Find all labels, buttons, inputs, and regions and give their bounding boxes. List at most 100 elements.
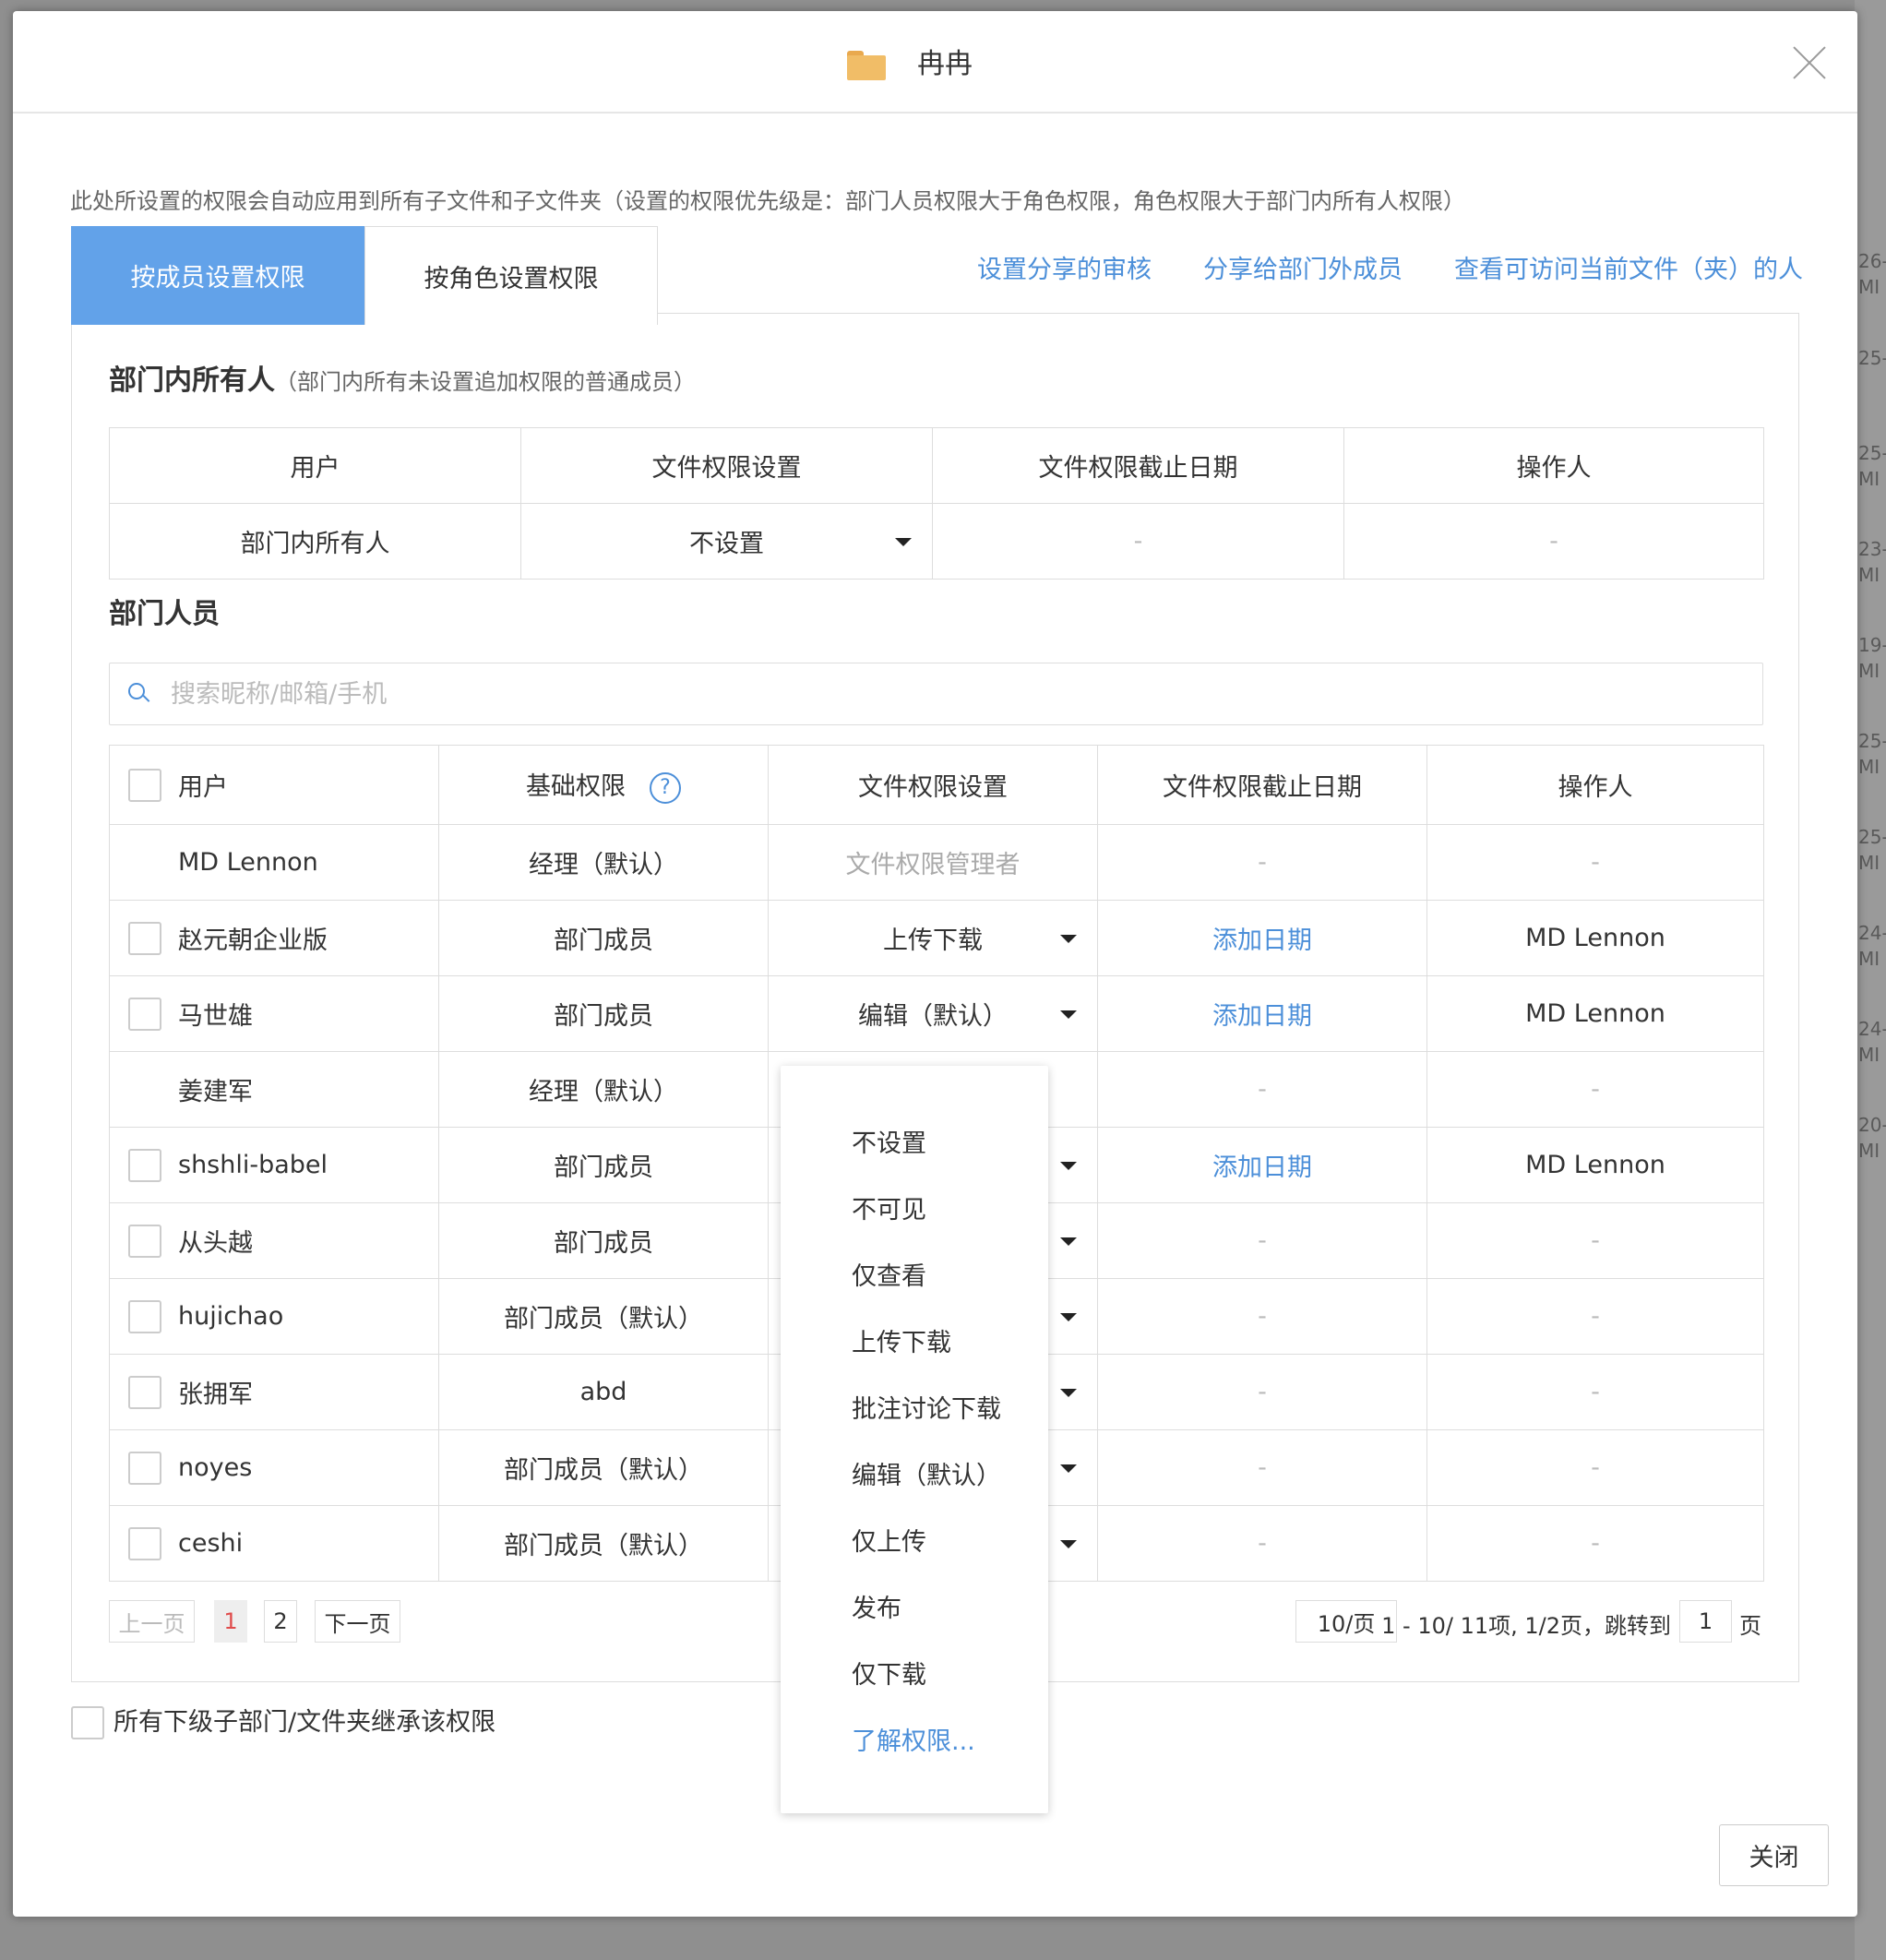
base-cell: abd: [438, 1354, 769, 1430]
column-header: 操作人: [1426, 745, 1764, 825]
base-cell: 经理（默认）: [438, 1051, 769, 1128]
dialog-title: 冉冉: [917, 48, 973, 80]
operator-cell: -: [1426, 1202, 1764, 1279]
user-cell: ceshi: [109, 1505, 439, 1582]
close-icon[interactable]: [1791, 44, 1828, 81]
row-checkbox[interactable]: [128, 997, 161, 1031]
base-cell: 经理（默认）: [438, 824, 769, 901]
base-cell: 部门成员: [438, 1127, 769, 1203]
base-cell: 部门成员: [438, 975, 769, 1052]
deadline-cell: -: [1097, 1429, 1427, 1506]
page-button-1[interactable]: 1: [214, 1600, 247, 1643]
select-value: 编辑（默认）: [858, 1002, 1008, 1031]
permission-select[interactable]: 上传下载: [768, 900, 1098, 976]
user-name: 赵元朝企业版: [178, 926, 328, 955]
dropdown-option[interactable]: 不设置: [852, 1123, 926, 1159]
row-checkbox[interactable]: [128, 921, 161, 955]
tab-by-role[interactable]: 按角色设置权限: [364, 226, 658, 325]
folder-icon: [847, 51, 886, 80]
row-checkbox[interactable]: [128, 1451, 161, 1485]
operator-cell: MD Lennon: [1426, 975, 1764, 1052]
select-value: 不设置: [689, 530, 764, 558]
caret-down-icon: [1060, 934, 1077, 943]
base-cell: 部门成员（默认）: [438, 1505, 769, 1582]
add-date-link[interactable]: 添加日期: [1097, 975, 1427, 1052]
user-name: noyes: [178, 1453, 253, 1482]
permission-select[interactable]: 编辑（默认）: [768, 975, 1098, 1052]
perm-cell: 文件权限管理者: [768, 824, 1098, 901]
base-cell: 部门成员（默认）: [438, 1278, 769, 1355]
search-icon: [128, 683, 150, 703]
bg-label: 25-: [1858, 347, 1886, 369]
user-cell: hujichao: [109, 1278, 439, 1355]
dropdown-option[interactable]: 仅查看: [852, 1256, 926, 1292]
deadline-cell: -: [1097, 1505, 1427, 1582]
dropdown-option[interactable]: 批注讨论下载: [852, 1389, 1001, 1425]
user-cell: 部门内所有人: [109, 503, 521, 580]
operator-cell: -: [1426, 1278, 1764, 1355]
add-date-link[interactable]: 添加日期: [1097, 1127, 1427, 1203]
dropdown-option[interactable]: 上传下载: [852, 1322, 951, 1358]
dropdown-option[interactable]: 仅下载: [852, 1655, 926, 1691]
operator-cell: -: [1426, 1051, 1764, 1128]
table-row: 马世雄 部门成员 编辑（默认） 添加日期 MD Lennon: [109, 975, 1764, 1052]
member-search: [109, 663, 1763, 725]
permission-dropdown-menu: 不设置 不可见 仅查看 上传下载 批注讨论下载 编辑（默认） 仅上传 发布 仅下…: [781, 1066, 1048, 1813]
operator-cell: -: [1426, 1429, 1764, 1506]
inherit-label: 所有下级子部门/文件夹继承该权限: [113, 1708, 496, 1737]
select-all-checkbox[interactable]: [128, 768, 161, 802]
tab-by-member[interactable]: 按成员设置权限: [71, 226, 364, 325]
jump-page-input[interactable]: 1: [1679, 1600, 1732, 1643]
bg-label: MI: [1858, 852, 1880, 874]
permission-notice: 此处所设置的权限会自动应用到所有子文件和子文件夹（设置的权限优先级是：部门人员权…: [70, 188, 1465, 214]
header-links: 设置分享的审核 分享给部门外成员 查看可访问当前文件（夹）的人: [925, 249, 1803, 285]
deadline-cell: -: [1097, 824, 1427, 901]
bg-label: MI: [1858, 276, 1880, 298]
permission-select[interactable]: 不设置: [520, 503, 933, 580]
column-header: 文件权限截止日期: [1097, 745, 1427, 825]
share-review-link[interactable]: 设置分享的审核: [977, 256, 1152, 284]
add-date-link[interactable]: 添加日期: [1097, 900, 1427, 976]
close-button[interactable]: 关闭: [1719, 1824, 1829, 1886]
next-page-button[interactable]: 下一页: [315, 1600, 400, 1643]
bg-label: 25-: [1858, 826, 1886, 848]
view-access-link[interactable]: 查看可访问当前文件（夹）的人: [1454, 256, 1803, 284]
user-name: ceshi: [178, 1529, 244, 1558]
row-checkbox[interactable]: [128, 1526, 161, 1560]
dropdown-option[interactable]: 仅上传: [852, 1522, 926, 1558]
page-summary: 1 - 10/ 11项, 1/2页，跳转到: [1381, 1613, 1671, 1639]
table-row: 部门内所有人 不设置 - -: [109, 503, 1764, 580]
bg-label: 24-: [1858, 922, 1886, 944]
row-checkbox[interactable]: [128, 1148, 161, 1182]
deadline-cell: -: [1097, 1354, 1427, 1430]
page-button-2[interactable]: 2: [264, 1600, 297, 1643]
learn-permissions-link[interactable]: 了解权限...: [852, 1721, 975, 1757]
bg-label: MI: [1858, 756, 1880, 778]
column-header: 文件权限设置: [520, 427, 933, 504]
background-app-strip: 26- MI 25- 25- MI 23- MI 19- MI 25- MI 2…: [1855, 0, 1886, 1960]
help-icon[interactable]: ?: [650, 771, 681, 804]
user-cell: noyes: [109, 1429, 439, 1506]
caret-down-icon: [1060, 1539, 1077, 1548]
caret-down-icon: [1060, 1237, 1077, 1246]
user-name: 张拥军: [178, 1380, 253, 1409]
prev-page-button[interactable]: 上一页: [109, 1600, 195, 1643]
row-checkbox[interactable]: [128, 1375, 161, 1409]
dropdown-option[interactable]: 编辑（默认）: [852, 1455, 1001, 1491]
column-header-base: 基础权限?: [438, 745, 769, 825]
page-suffix: 页: [1739, 1613, 1761, 1639]
inherit-checkbox[interactable]: [71, 1706, 104, 1739]
bg-label: MI: [1858, 1140, 1880, 1162]
share-external-link[interactable]: 分享给部门外成员: [1203, 256, 1403, 284]
dropdown-option[interactable]: 发布: [852, 1588, 901, 1624]
bg-label: 19-: [1858, 634, 1886, 656]
base-cell: 部门成员: [438, 1202, 769, 1279]
dropdown-option[interactable]: 不可见: [852, 1189, 926, 1225]
column-header: 文件权限截止日期: [932, 427, 1344, 504]
row-checkbox[interactable]: [128, 1299, 161, 1333]
user-cell: 姜建军: [109, 1051, 439, 1128]
operator-cell: MD Lennon: [1426, 900, 1764, 976]
row-checkbox[interactable]: [128, 1224, 161, 1258]
search-input[interactable]: [171, 663, 1739, 724]
bg-label: 25-: [1858, 730, 1886, 752]
